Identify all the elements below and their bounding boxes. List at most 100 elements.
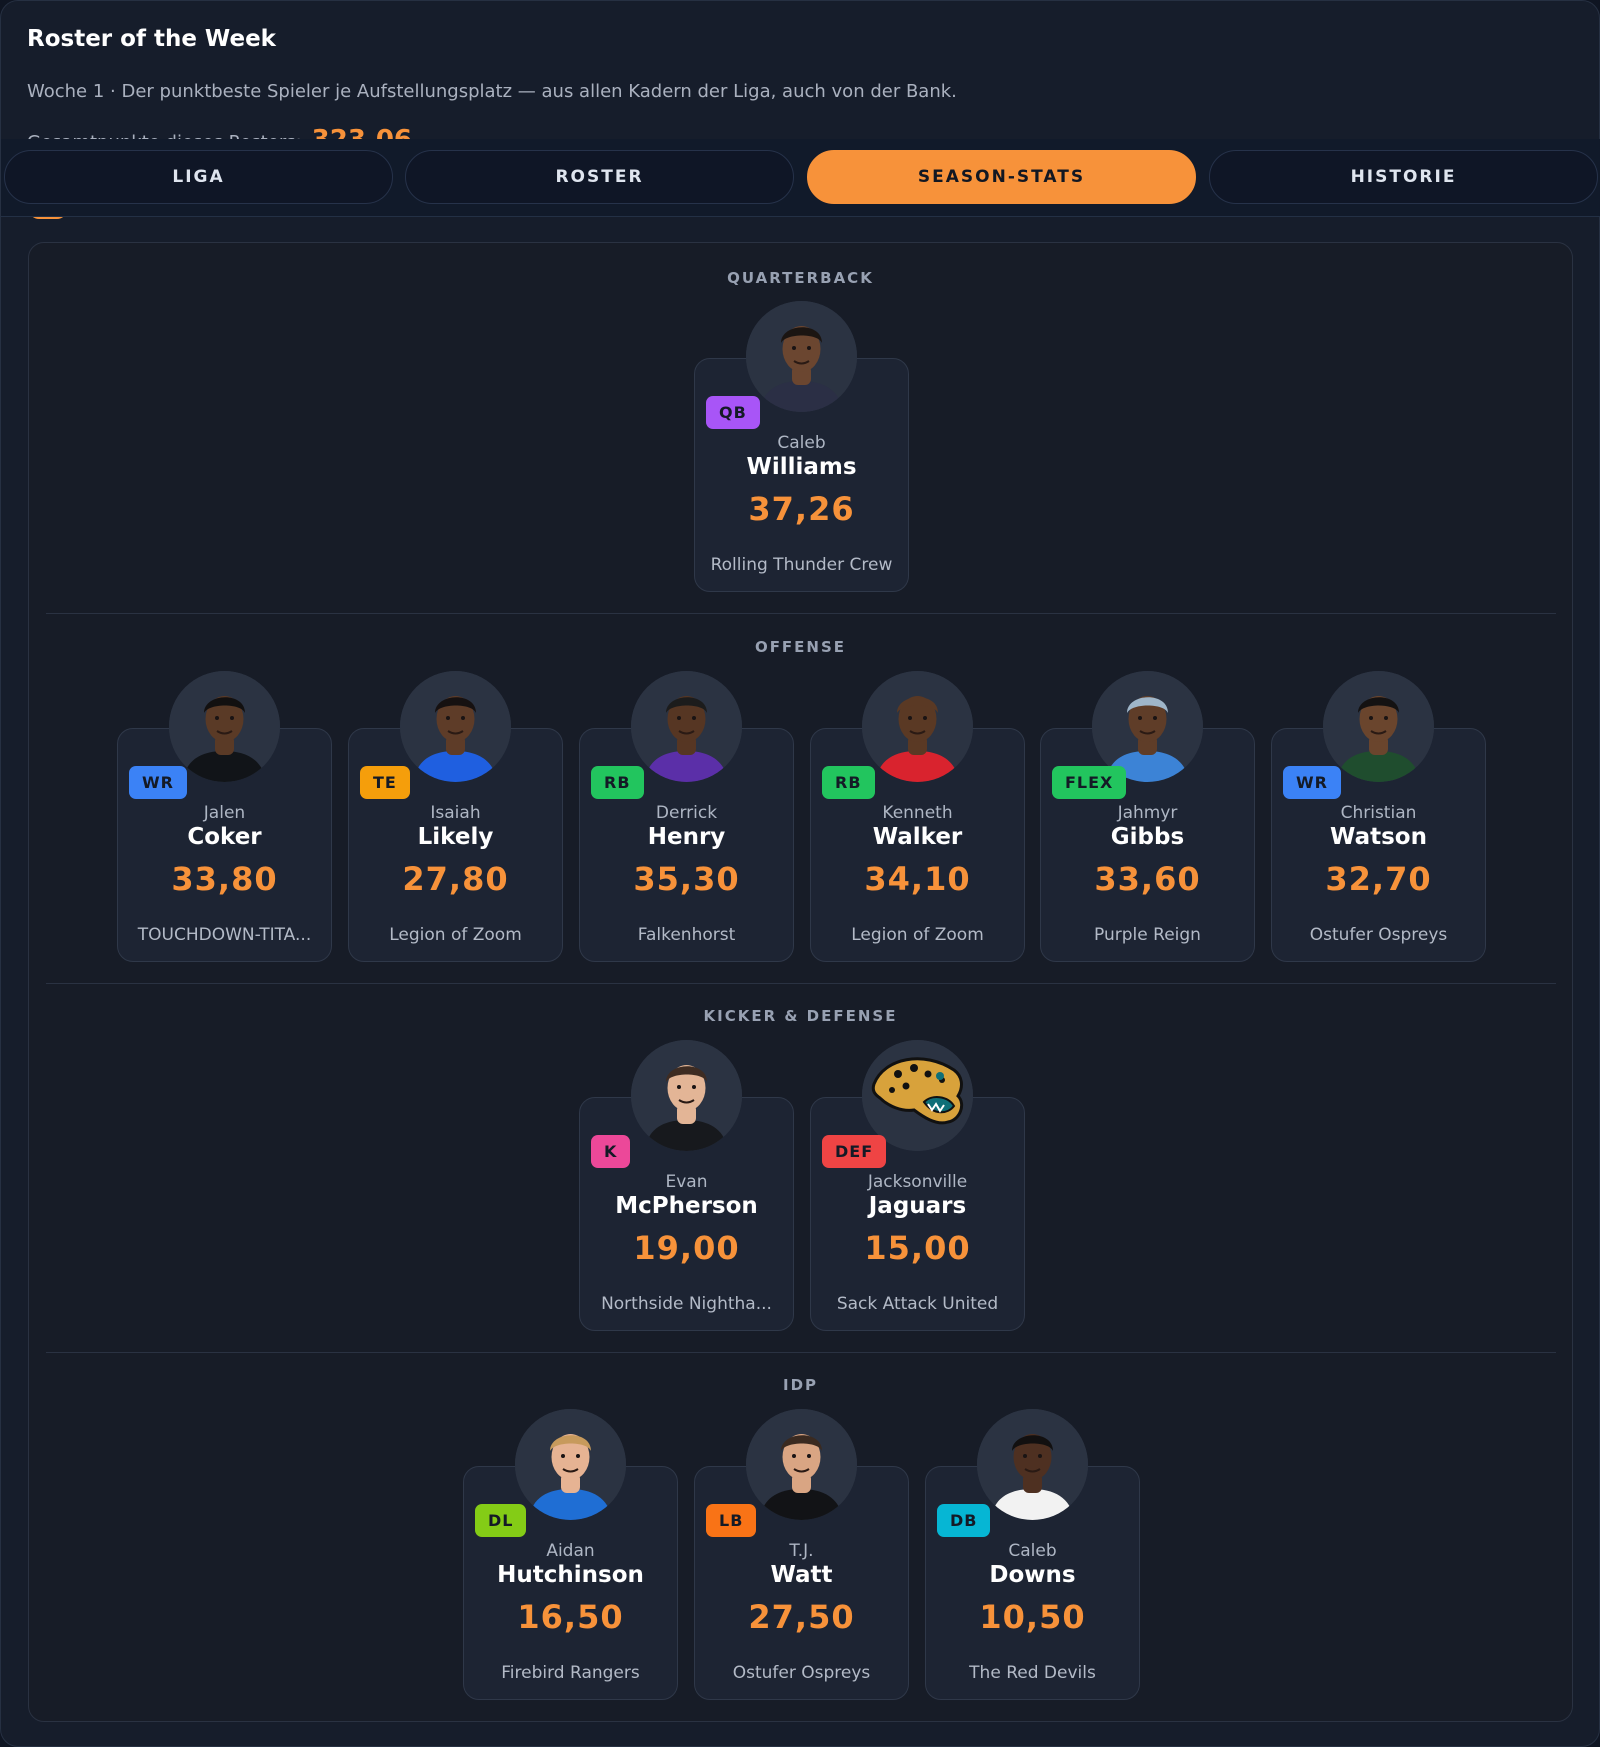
player-first-name: Kenneth xyxy=(882,803,953,823)
fantasy-team-name: Rolling Thunder Crew xyxy=(710,555,893,575)
position-badge: WR xyxy=(1283,766,1341,799)
player-card[interactable]: QB Caleb Williams 37,26 Rolling Thunder Crew xyxy=(694,301,909,592)
position-badge: RB xyxy=(591,766,644,799)
player-card[interactable]: K Evan McPherson 19,00 Northside Nighthа... xyxy=(579,1040,794,1331)
tab-historie-label: HISTORIE xyxy=(1350,167,1457,187)
fantasy-team-name: The Red Devils xyxy=(969,1663,1096,1683)
avatar xyxy=(631,671,742,782)
player-photo-icon xyxy=(1323,671,1434,782)
player-photo-icon xyxy=(862,671,973,782)
position-badge: WR xyxy=(129,766,187,799)
position-badge: LB xyxy=(706,1504,757,1537)
page-title: Roster of the Week xyxy=(27,26,276,52)
section-divider xyxy=(46,983,1556,984)
player-photo-icon xyxy=(400,671,511,782)
player-points: 33,80 xyxy=(171,860,278,898)
fantasy-team-name: Ostufer Ospreys xyxy=(1309,925,1448,945)
tab-liga-label: LIGA xyxy=(172,167,225,187)
player-last-name: McPherson xyxy=(615,1193,758,1219)
tab-season-stats[interactable]: SEASON-STATS xyxy=(807,150,1196,204)
player-card[interactable]: WR Jalen Coker 33,80 TOUCHDOWN-TITA... xyxy=(117,671,332,962)
player-card[interactable]: TE Isaiah Likely 27,80 Legion of Zoom xyxy=(348,671,563,962)
position-badge: DEF xyxy=(822,1135,887,1168)
position-badge: TE xyxy=(360,766,410,799)
avatar xyxy=(746,301,857,412)
player-first-name: Evan xyxy=(665,1172,708,1192)
player-first-name: T.J. xyxy=(789,1541,814,1561)
avatar xyxy=(977,1409,1088,1520)
player-points: 34,10 xyxy=(864,860,971,898)
player-last-name: Jaguars xyxy=(868,1193,967,1219)
player-photo-icon xyxy=(515,1409,626,1520)
fantasy-team-name: Legion of Zoom xyxy=(851,925,984,945)
avatar xyxy=(400,671,511,782)
player-card[interactable]: DL Aidan Hutchinson 16,50 Firebird Rangers xyxy=(463,1409,678,1700)
fantasy-team-name: Ostufer Ospreys xyxy=(732,1663,871,1683)
player-photo-icon xyxy=(631,1040,742,1151)
player-last-name: Walker xyxy=(872,824,963,850)
player-last-name: Likely xyxy=(417,824,494,850)
position-badge: QB xyxy=(706,396,760,429)
player-card[interactable]: LB T.J. Watt 27,50 Ostufer Ospreys xyxy=(694,1409,909,1700)
player-points: 33,60 xyxy=(1094,860,1201,898)
tab-historie[interactable]: HISTORIE xyxy=(1209,150,1598,204)
player-points: 16,50 xyxy=(517,1598,624,1636)
player-points: 27,80 xyxy=(402,860,509,898)
player-last-name: Gibbs xyxy=(1110,824,1185,850)
tab-roster-label: ROSTER xyxy=(555,167,644,187)
avatar xyxy=(169,671,280,782)
fantasy-team-name: Legion of Zoom xyxy=(389,925,522,945)
tab-season-stats-label: SEASON-STATS xyxy=(917,167,1086,187)
avatar xyxy=(746,1409,857,1520)
player-first-name: Christian xyxy=(1340,803,1417,823)
player-card[interactable]: DB Caleb Downs 10,50 The Red Devils xyxy=(925,1409,1140,1700)
player-last-name: Henry xyxy=(647,824,726,850)
player-card[interactable]: DEF Jacksonville Jaguars 15,00 Sack Attack U… xyxy=(810,1040,1025,1331)
player-photo-icon xyxy=(169,671,280,782)
fantasy-team-name: Northside Nighthа... xyxy=(601,1294,772,1314)
player-last-name: Hutchinson xyxy=(497,1562,644,1588)
lineup-board: QUARTERBACK OFFENSE KICKER & DEFENSE IDP… xyxy=(28,242,1573,1722)
avatar xyxy=(862,671,973,782)
player-photo-icon xyxy=(977,1409,1088,1520)
player-card[interactable]: RB Kenneth Walker 34,10 Legion of Zoom xyxy=(810,671,1025,962)
roster-of-week-panel: Roster of the Week Woche 1 · Der punktbe… xyxy=(0,0,1600,1747)
section-label-kicker-defense: KICKER & DEFENSE xyxy=(703,1007,898,1025)
player-card[interactable]: WR Christian Watson 32,70 Ostufer Ospreys xyxy=(1271,671,1486,962)
position-badge: K xyxy=(591,1135,631,1168)
player-points: 37,26 xyxy=(748,490,855,528)
player-first-name: Aidan xyxy=(546,1541,595,1561)
fantasy-team-name: TOUCHDOWN-TITA... xyxy=(137,925,312,945)
fantasy-team-name: Firebird Rangers xyxy=(501,1663,640,1683)
player-first-name: Caleb xyxy=(1008,1541,1057,1561)
fantasy-team-name: Falkenhorst xyxy=(637,925,736,945)
player-photo-icon xyxy=(746,1409,857,1520)
player-first-name: Jahmyr xyxy=(1117,803,1178,823)
player-points: 32,70 xyxy=(1325,860,1432,898)
player-card[interactable]: FLEX Jahmyr Gibbs 33,60 Purple Reign xyxy=(1040,671,1255,962)
player-first-name: Jacksonville xyxy=(867,1172,968,1192)
player-card[interactable]: RB Derrick Henry 35,30 Falkenhorst xyxy=(579,671,794,962)
player-last-name: Watson xyxy=(1330,824,1427,850)
player-first-name: Caleb xyxy=(777,433,826,453)
fantasy-team-name: Sack Attack United xyxy=(836,1294,999,1314)
player-first-name: Derrick xyxy=(655,803,718,823)
player-points: 19,00 xyxy=(633,1229,740,1267)
player-photo-icon xyxy=(746,301,857,412)
section-divider xyxy=(46,613,1556,614)
section-label-quarterback: QUARTERBACK xyxy=(727,269,874,287)
position-badge: RB xyxy=(822,766,875,799)
player-points: 10,50 xyxy=(979,1598,1086,1636)
section-label-idp: IDP xyxy=(782,1376,819,1394)
player-last-name: Downs xyxy=(989,1562,1076,1588)
position-badge: FLEX xyxy=(1052,766,1127,799)
section-divider xyxy=(46,1352,1556,1353)
avatar xyxy=(631,1040,742,1151)
player-photo-icon xyxy=(631,671,742,782)
player-last-name: Coker xyxy=(187,824,262,850)
page-subtitle: Woche 1 · Der punktbeste Spieler je Aufs… xyxy=(27,81,957,102)
player-points: 27,50 xyxy=(748,1598,855,1636)
player-first-name: Jalen xyxy=(203,803,246,823)
tab-liga[interactable]: LIGA xyxy=(4,150,393,204)
tab-roster[interactable]: ROSTER xyxy=(405,150,794,204)
